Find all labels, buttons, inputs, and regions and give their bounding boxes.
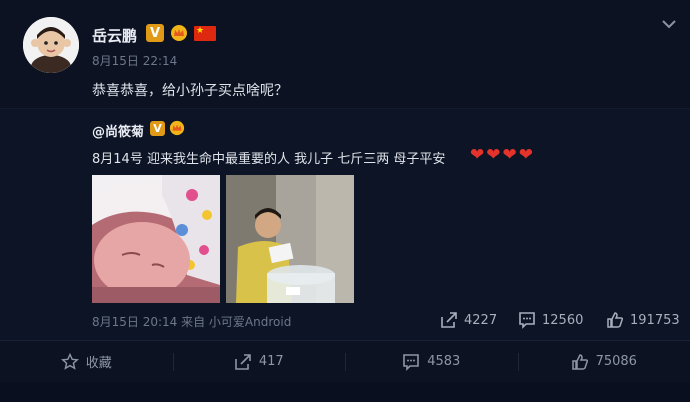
- share-icon: [235, 353, 251, 370]
- repost-like-count: 191753: [630, 312, 680, 328]
- favorite-label: 收藏: [85, 356, 112, 371]
- repost-like[interactable]: 191753: [606, 311, 680, 329]
- repost-share[interactable]: 4227: [440, 311, 497, 329]
- share-icon: [441, 312, 457, 328]
- heart-icon: ❤: [502, 145, 517, 165]
- repost-text: 8月14号 迎来我生命中最重要的人 我儿子 七斤三两 母子平安: [92, 152, 446, 167]
- hearts: ❤ ❤ ❤ ❤: [470, 145, 533, 165]
- repost-share-count: 4227: [464, 312, 498, 328]
- repost-block: @尚筱菊 V 8月14号 迎来我生命中最重要的人 我儿子 七斤三两 母子平安 ❤…: [0, 108, 690, 340]
- action-bar: 收藏 417 4583 75086: [0, 340, 690, 382]
- share-count: 417: [258, 354, 284, 369]
- repost-comment-count: 12560: [542, 312, 584, 328]
- heart-icon: ❤: [470, 145, 485, 165]
- repost-badges: V: [150, 120, 186, 136]
- crown-icon[interactable]: [169, 24, 189, 42]
- crown-icon[interactable]: [168, 120, 186, 136]
- like-button[interactable]: 75086: [517, 341, 690, 382]
- comment-icon: [403, 353, 420, 371]
- verified-icon[interactable]: V: [150, 120, 165, 136]
- repost-comment[interactable]: 12560: [518, 311, 583, 329]
- repost-image-1[interactable]: [92, 175, 220, 303]
- like-count: 75086: [595, 354, 637, 369]
- weibo-card: 岳云鹏 V 8月15日 22:14 恭喜恭喜，给小孙子买点啥呢？ @尚筱菊 V …: [0, 0, 690, 402]
- author-badges: V: [146, 24, 216, 42]
- like-icon: [571, 353, 588, 370]
- repost-image-2[interactable]: [226, 175, 354, 303]
- comment-count: 4583: [427, 354, 461, 369]
- like-icon: [607, 312, 624, 328]
- verified-icon[interactable]: V: [146, 24, 164, 42]
- bottom-strip: [0, 382, 690, 402]
- favorite-button[interactable]: 收藏: [0, 341, 173, 382]
- comment-button[interactable]: 4583: [345, 341, 518, 382]
- share-button[interactable]: 417: [172, 341, 346, 382]
- avatar[interactable]: [23, 17, 79, 73]
- chevron-down-icon[interactable]: [660, 16, 678, 32]
- repost-meta[interactable]: 8月15日 20:14 来自 小可爱Android: [92, 313, 291, 330]
- post-time[interactable]: 8月15日 22:14: [92, 52, 177, 69]
- flag-icon: [194, 25, 216, 41]
- star-icon: [60, 352, 79, 370]
- author-name[interactable]: 岳云鹏: [92, 25, 137, 46]
- repost-author[interactable]: @尚筱菊: [92, 121, 144, 140]
- post-text: 恭喜恭喜，给小孙子买点啥呢？: [92, 83, 288, 99]
- comment-icon: [519, 312, 535, 329]
- heart-icon: ❤: [486, 145, 501, 165]
- heart-icon: ❤: [518, 145, 533, 165]
